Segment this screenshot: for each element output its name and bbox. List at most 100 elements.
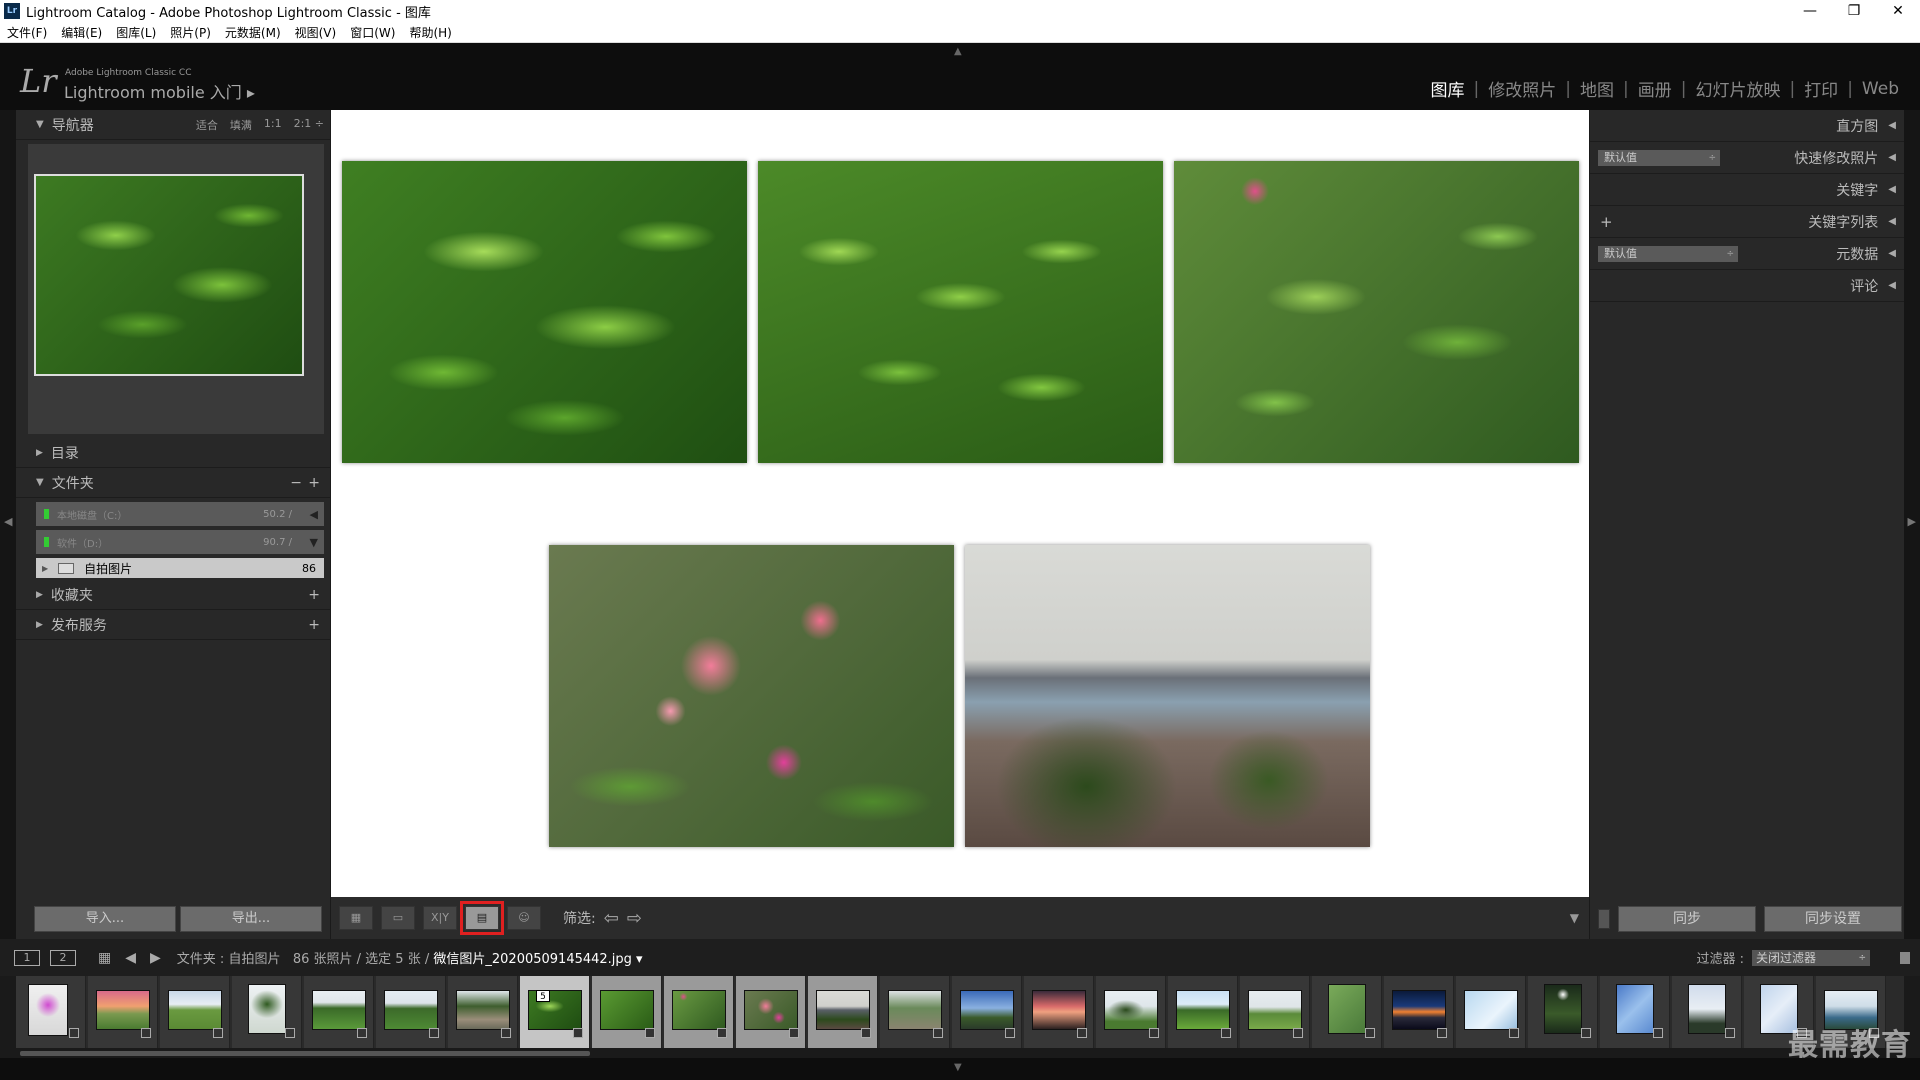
survey-photo-1[interactable]	[342, 161, 747, 463]
metadata-header[interactable]: 默认值 ÷ 元数据 ◀	[1590, 238, 1904, 270]
survey-photo-2[interactable]	[758, 161, 1163, 463]
filmstrip-cell-selected[interactable]	[736, 976, 806, 1048]
filmstrip-thumbnail[interactable]	[248, 984, 286, 1034]
filmstrip-thumbnail[interactable]	[168, 990, 222, 1030]
close-button[interactable]: ✕	[1876, 0, 1920, 22]
filmstrip-thumbnail[interactable]	[1248, 990, 1302, 1030]
toolbar-content-dropdown-icon[interactable]: ▼	[1570, 911, 1579, 925]
menu-library[interactable]: 图库(L)	[109, 24, 163, 41]
navigator-thumbnail[interactable]	[34, 174, 304, 376]
left-collapse-arrow-icon[interactable]: ◀	[4, 515, 12, 528]
module-book[interactable]: 画册	[1629, 76, 1681, 101]
filmstrip-cell[interactable]	[952, 976, 1022, 1048]
next-photo-arrow-icon[interactable]: ⇨	[627, 908, 642, 929]
filmstrip-thumbnail[interactable]	[1328, 984, 1366, 1034]
filmstrip-source-path[interactable]: 文件夹 : 自拍图片 86 张照片 / 选定 5 张 / 微信图片_202005…	[177, 948, 643, 967]
filmstrip-cell[interactable]	[1456, 976, 1526, 1048]
publish-services-header[interactable]: ▶ 发布服务 +	[16, 610, 330, 640]
module-slideshow[interactable]: 幻灯片放映	[1686, 76, 1789, 101]
filmstrip-thumbnail[interactable]	[1392, 990, 1446, 1030]
zoom-2-1[interactable]: 2:1 ÷	[294, 117, 324, 133]
right-panel-edge[interactable]: ▶	[1904, 110, 1920, 939]
filter-select[interactable]: 关闭过滤器 ÷	[1752, 949, 1870, 966]
filmstrip-cell[interactable]	[88, 976, 158, 1048]
secondary-window-button[interactable]: 2	[50, 949, 76, 966]
add-folder-icon[interactable]: +	[308, 475, 320, 491]
filmstrip-cell-selected[interactable]	[808, 976, 878, 1048]
filmstrip-thumbnail[interactable]	[960, 990, 1014, 1030]
survey-photo-3[interactable]	[1174, 161, 1579, 463]
filmstrip-thumbnail[interactable]	[96, 990, 150, 1030]
previous-photo-arrow-icon[interactable]: ⇦	[604, 908, 619, 929]
filmstrip-thumbnail[interactable]	[1616, 984, 1654, 1034]
navigator-header[interactable]: ▼ 导航器 适合 填满 1:1 2:1 ÷	[16, 110, 330, 140]
module-develop[interactable]: 修改照片	[1479, 76, 1565, 101]
filmstrip-cell[interactable]	[376, 976, 446, 1048]
auto-sync-switch[interactable]	[1598, 909, 1610, 929]
maximize-button[interactable]: ❐	[1832, 0, 1876, 22]
filmstrip-cell[interactable]	[1240, 976, 1310, 1048]
sync-button[interactable]: 同步	[1618, 906, 1756, 932]
menu-metadata[interactable]: 元数据(M)	[218, 24, 288, 41]
filmstrip-cell[interactable]	[1312, 976, 1382, 1048]
quick-develop-header[interactable]: 默认值 ÷ 快速修改照片 ◀	[1590, 142, 1904, 174]
filmstrip-thumbnail[interactable]	[888, 990, 942, 1030]
survey-photo-4[interactable]	[549, 545, 954, 847]
filmstrip-cell[interactable]	[1096, 976, 1166, 1048]
lightroom-mobile-link[interactable]: Lightroom mobile 入门 ▸	[64, 79, 255, 103]
primary-window-button[interactable]: 1	[14, 949, 40, 966]
zoom-fill[interactable]: 填满	[230, 117, 252, 133]
back-arrow-icon[interactable]: ◀	[125, 950, 136, 966]
menu-help[interactable]: 帮助(H)	[402, 24, 458, 41]
filmstrip-thumbnail[interactable]	[1688, 984, 1726, 1034]
filmstrip-cell-selected[interactable]: 5	[520, 976, 590, 1048]
zoom-fit[interactable]: 适合	[196, 117, 218, 133]
filmstrip-cell[interactable]	[1168, 976, 1238, 1048]
folders-header[interactable]: ▼ 文件夹 − +	[16, 468, 330, 498]
filmstrip-thumbnail[interactable]	[816, 990, 870, 1030]
module-web[interactable]: Web	[1853, 79, 1908, 99]
minimize-button[interactable]: —	[1788, 0, 1832, 22]
zoom-1-1[interactable]: 1:1	[264, 117, 282, 133]
menu-view[interactable]: 视图(V)	[288, 24, 344, 41]
grid-view-button[interactable]: ▦	[339, 906, 373, 930]
quick-develop-preset-select[interactable]: 默认值 ÷	[1598, 150, 1720, 166]
add-collection-icon[interactable]: +	[308, 587, 320, 603]
filmstrip-cell[interactable]	[448, 976, 518, 1048]
volume-d[interactable]: 软件（D:） 90.7 / ▼	[36, 530, 324, 554]
filmstrip-cell[interactable]	[160, 976, 230, 1048]
sync-settings-button[interactable]: 同步设置	[1764, 906, 1902, 932]
filmstrip-cell-selected[interactable]	[592, 976, 662, 1048]
filmstrip-thumbnail[interactable]	[312, 990, 366, 1030]
loupe-view-button[interactable]: ▭	[381, 906, 415, 930]
collections-header[interactable]: ▶ 收藏夹 +	[16, 580, 330, 610]
filmstrip-scrollbar[interactable]	[16, 1048, 1904, 1058]
survey-photo-5[interactable]	[965, 545, 1370, 847]
filmstrip-cell[interactable]	[1672, 976, 1742, 1048]
filmstrip-thumbnail[interactable]	[456, 990, 510, 1030]
collapse-top-arrow-icon[interactable]: ▲	[954, 46, 962, 57]
left-panel-edge[interactable]: ◀	[0, 110, 16, 939]
filmstrip-cell[interactable]	[232, 976, 302, 1048]
module-library[interactable]: 图库	[1422, 76, 1474, 101]
right-collapse-arrow-icon[interactable]: ▶	[1908, 515, 1916, 528]
add-keyword-icon[interactable]: +	[1600, 213, 1613, 231]
histogram-header[interactable]: 直方图 ◀	[1590, 110, 1904, 142]
filmstrip-cell[interactable]	[1024, 976, 1094, 1048]
filmstrip-thumbnail[interactable]	[744, 990, 798, 1030]
remove-folder-icon[interactable]: −	[290, 475, 302, 491]
filmstrip-cell[interactable]	[1384, 976, 1454, 1048]
people-view-button[interactable]: ☺	[507, 906, 541, 930]
menu-photo[interactable]: 照片(P)	[163, 24, 218, 41]
filmstrip-cell[interactable]	[880, 976, 950, 1048]
add-publish-service-icon[interactable]: +	[308, 617, 320, 633]
keyword-list-header[interactable]: + 关键字列表 ◀	[1590, 206, 1904, 238]
volume-c[interactable]: 本地磁盘（C:） 50.2 / ◀	[36, 502, 324, 526]
filmstrip-cell[interactable]	[1528, 976, 1598, 1048]
menu-file[interactable]: 文件(F)	[0, 24, 54, 41]
survey-view-button[interactable]: ▤	[460, 901, 504, 935]
filmstrip-cell[interactable]	[16, 976, 86, 1048]
import-button[interactable]: 导入...	[34, 906, 176, 932]
filter-lock-icon[interactable]	[1900, 951, 1910, 964]
comments-header[interactable]: 评论 ◀	[1590, 270, 1904, 302]
